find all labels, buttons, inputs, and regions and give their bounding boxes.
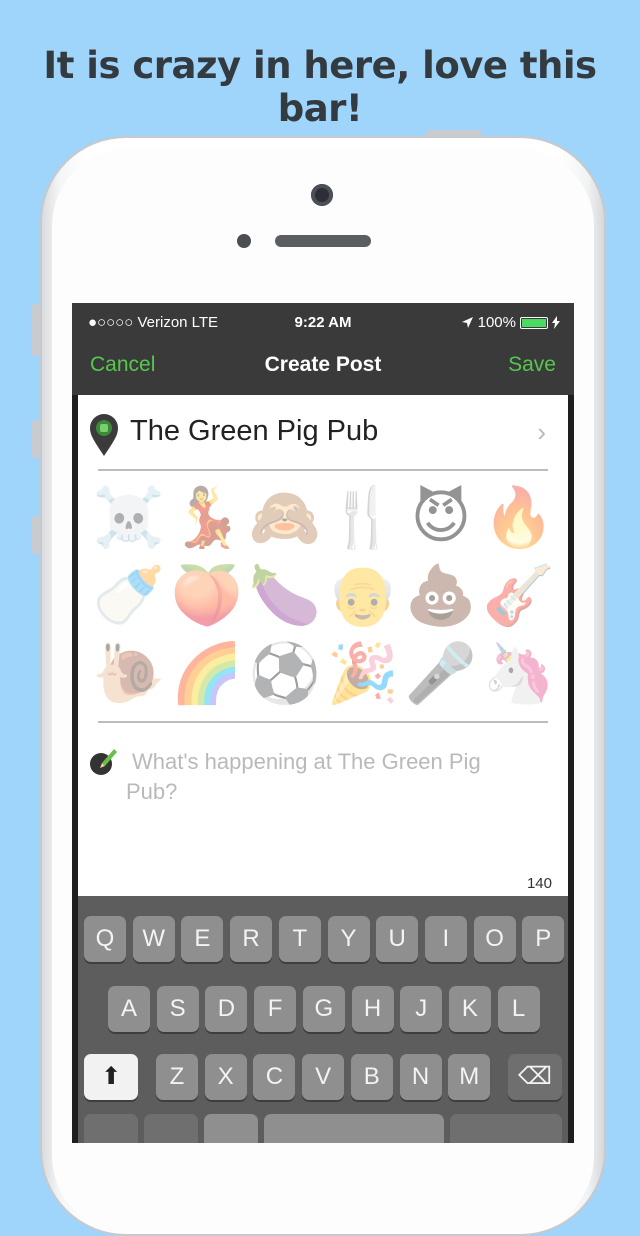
emoji-option[interactable]: 🎸 — [480, 557, 558, 635]
status-right: 100% — [461, 314, 560, 331]
key-row-4-partial-3[interactable] — [204, 1114, 258, 1143]
keyboard: ⬆ ⌫ QWERTYUIOP ASDFGHJKL ZXCVBNM — [78, 896, 568, 1143]
emoji-option[interactable]: 💃 — [168, 479, 246, 557]
emoji-option[interactable]: 🐌 — [90, 635, 168, 713]
battery-percent: 100% — [477, 314, 516, 331]
space-key[interactable] — [264, 1114, 444, 1143]
emoji-option[interactable]: 🎉 — [324, 635, 402, 713]
emoji-option[interactable]: 🍑 — [168, 557, 246, 635]
post-content: The Green Pig Pub › ☠️ 💃 🙈 🍴 😈 🔥 🍼 🍑 🍆 👴 💩 🎸 🐌 🌈 ⚽ 🎉 🎤 🦄 … — [78, 395, 568, 905]
key-q[interactable]: Q — [84, 916, 126, 962]
placeholder-line-1: What's happening at The Green Pig — [132, 749, 481, 774]
status-bar: ●○○○○ Verizon LTE 9:22 AM 100% — [72, 303, 574, 341]
key-row-4-partial-2[interactable] — [144, 1114, 198, 1143]
phone-screen: ●○○○○ Verizon LTE 9:22 AM 100% Cancel Cr… — [72, 303, 574, 1143]
shift-key[interactable]: ⬆ — [84, 1054, 138, 1100]
front-camera — [311, 184, 333, 206]
phone-side-button-volume-down — [32, 516, 40, 554]
emoji-option[interactable]: 🍼 — [90, 557, 168, 635]
navigation-bar: Cancel Create Post Save — [72, 341, 574, 395]
key-c[interactable]: C — [253, 1054, 296, 1100]
emoji-option[interactable]: ☠️ — [90, 479, 168, 557]
key-n[interactable]: N — [399, 1054, 442, 1100]
chevron-right-icon: › — [537, 417, 546, 447]
return-key[interactable] — [450, 1114, 562, 1143]
key-o[interactable]: O — [473, 916, 516, 962]
key-v[interactable]: V — [302, 1054, 345, 1100]
emoji-option[interactable]: 👴 — [324, 557, 402, 635]
key-p[interactable]: P — [522, 916, 565, 962]
key-r[interactable]: R — [230, 916, 273, 962]
placeholder-line-2: Pub? — [126, 779, 178, 804]
earpiece-speaker — [275, 235, 371, 247]
key-w[interactable]: W — [132, 916, 175, 962]
emoji-option[interactable]: 💩 — [402, 557, 480, 635]
proximity-sensor — [237, 234, 251, 248]
key-x[interactable]: X — [204, 1054, 247, 1100]
headline: It is crazy in here, love this bar! — [43, 44, 597, 130]
key-e[interactable]: E — [181, 916, 224, 962]
divider-bottom — [98, 721, 548, 723]
key-a[interactable]: A — [108, 986, 150, 1032]
emoji-option[interactable]: 🍆 — [246, 557, 324, 635]
save-button[interactable]: Save — [508, 353, 556, 377]
divider-top — [98, 469, 548, 471]
key-s[interactable]: S — [156, 986, 199, 1032]
venue-row[interactable]: The Green Pig Pub › — [78, 395, 568, 469]
shift-icon: ⬆ — [100, 1063, 122, 1090]
venue-name: The Green Pig Pub — [130, 415, 379, 447]
key-row-4-partial[interactable] — [84, 1114, 138, 1143]
key-b[interactable]: B — [350, 1054, 393, 1100]
battery-icon — [520, 316, 548, 329]
phone-side-button-volume-up — [32, 420, 40, 458]
compose-placeholder: What's happening at The Green Pig Pub? — [126, 747, 532, 807]
key-k[interactable]: K — [448, 986, 491, 1032]
key-h[interactable]: H — [351, 986, 394, 1032]
emoji-option[interactable]: 😈 — [402, 479, 480, 557]
key-f[interactable]: F — [254, 986, 297, 1032]
emoji-option[interactable]: 🦄 — [480, 635, 558, 713]
key-y[interactable]: Y — [327, 916, 370, 962]
location-arrow-icon — [461, 317, 473, 328]
delete-key[interactable]: ⌫ — [508, 1054, 562, 1100]
compose-area[interactable]: What's happening at The Green Pig Pub? 1… — [78, 733, 568, 903]
pencil-icon — [90, 749, 117, 775]
key-m[interactable]: M — [448, 1054, 491, 1100]
location-pin-icon — [90, 414, 118, 456]
delete-icon: ⌫ — [518, 1063, 552, 1090]
emoji-grid: ☠️ 💃 🙈 🍴 😈 🔥 🍼 🍑 🍆 👴 💩 🎸 🐌 🌈 ⚽ 🎉 🎤 🦄 — [90, 479, 558, 713]
key-i[interactable]: I — [424, 916, 467, 962]
key-u[interactable]: U — [376, 916, 419, 962]
key-j[interactable]: J — [400, 986, 443, 1032]
key-g[interactable]: G — [302, 986, 345, 1032]
charging-bolt-icon — [552, 316, 560, 329]
key-d[interactable]: D — [205, 986, 248, 1032]
emoji-option[interactable]: 🍴 — [324, 479, 402, 557]
emoji-option[interactable]: 🌈 — [168, 635, 246, 713]
emoji-option[interactable]: 🔥 — [480, 479, 558, 557]
emoji-option[interactable]: ⚽ — [246, 635, 324, 713]
emoji-option[interactable]: 🎤 — [402, 635, 480, 713]
key-t[interactable]: T — [278, 916, 321, 962]
key-l[interactable]: L — [497, 986, 540, 1032]
emoji-option[interactable]: 🙈 — [246, 479, 324, 557]
phone-side-button-top — [32, 304, 40, 356]
key-z[interactable]: Z — [156, 1054, 198, 1100]
character-counter: 140 — [526, 875, 552, 892]
page-title: Create Post — [264, 353, 382, 376]
